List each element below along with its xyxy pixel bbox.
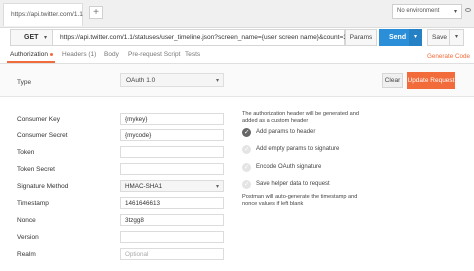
- save-button[interactable]: Save: [427, 29, 450, 46]
- auth-header-note: The authorization header will be generat…: [242, 111, 359, 124]
- eye-icon[interactable]: [465, 8, 471, 12]
- consumer-key-label: Consumer Key: [17, 116, 60, 123]
- method-select[interactable]: GET ▾: [10, 29, 53, 46]
- params-button[interactable]: Params: [345, 29, 377, 46]
- nonce-input[interactable]: 3tzgg8: [120, 214, 224, 226]
- consumer-key-value: {mykey}: [125, 116, 148, 123]
- token-label: Token: [17, 149, 35, 156]
- token-secret-input[interactable]: [120, 163, 224, 175]
- tab-prerequest-script[interactable]: Pre-request Script: [128, 51, 180, 58]
- signature-method-select[interactable]: HMAC-SHA1 ▾: [120, 180, 224, 192]
- version-input[interactable]: [120, 231, 224, 243]
- consumer-secret-value: {mycode}: [125, 132, 152, 139]
- request-tab-label: https://api.twitter.com/1.1: [11, 11, 83, 18]
- clear-button[interactable]: Clear: [382, 73, 403, 88]
- url-text: https://api.twitter.com/1.1/statuses/use…: [60, 34, 351, 41]
- url-input[interactable]: https://api.twitter.com/1.1/statuses/use…: [53, 29, 351, 46]
- update-request-button[interactable]: Update Request: [407, 72, 455, 89]
- request-tab-strip: https://api.twitter.com/1.1 + No environ…: [0, 0, 474, 28]
- option-label: Add empty params to signature: [256, 146, 340, 152]
- environment-select[interactable]: No environment ▾: [392, 4, 462, 19]
- add-tab-button[interactable]: +: [89, 6, 103, 19]
- send-options-button[interactable]: ▾: [409, 29, 422, 46]
- tab-authorization[interactable]: Authorization: [10, 51, 53, 58]
- signature-method-label: Signature Method: [17, 183, 69, 190]
- checkbox-unchecked-icon: ✓: [242, 180, 251, 189]
- checkbox-checked-icon: ✓: [242, 128, 251, 137]
- tab-headers[interactable]: Headers (1): [62, 51, 96, 58]
- timestamp-label: Timestamp: [17, 200, 49, 207]
- auth-type-value: OAuth 1.0: [126, 77, 156, 84]
- consumer-secret-input[interactable]: {mycode}: [120, 129, 224, 141]
- auto-generate-note: Postman will auto-generate the timestamp…: [242, 194, 358, 207]
- realm-input[interactable]: Optional: [120, 248, 224, 260]
- version-label: Version: [17, 234, 39, 241]
- auth-type-select[interactable]: OAuth 1.0 ▾: [120, 73, 224, 87]
- chevron-down-icon: ▾: [453, 9, 457, 15]
- option-label: Save helper data to request: [256, 181, 330, 187]
- consumer-secret-label: Consumer Secret: [17, 132, 68, 139]
- auth-type-label: Type: [17, 79, 32, 86]
- consumer-key-input[interactable]: {mykey}: [120, 113, 224, 125]
- token-input[interactable]: [120, 146, 224, 158]
- environment-label: No environment: [397, 8, 440, 14]
- checkbox-unchecked-icon: ✓: [242, 145, 251, 154]
- checkbox-unchecked-icon: ✓: [242, 163, 251, 172]
- tab-authorization-label: Authorization: [10, 51, 48, 58]
- token-secret-label: Token Secret: [17, 166, 55, 173]
- request-subtabs: Authorization Headers (1) Body Pre-reque…: [0, 48, 474, 64]
- realm-label: Realm: [17, 251, 36, 258]
- generate-code-link[interactable]: Generate Code: [427, 53, 470, 60]
- tab-body[interactable]: Body: [104, 51, 119, 58]
- realm-placeholder: Optional: [125, 251, 149, 258]
- chevron-down-icon: ▾: [215, 78, 219, 84]
- active-dot-icon: [49, 52, 53, 56]
- chevron-down-icon: ▾: [215, 184, 219, 190]
- option-label: Add params to header: [256, 129, 316, 135]
- nonce-label: Nonce: [17, 217, 36, 224]
- active-tab-indicator: [7, 61, 55, 63]
- chevron-down-icon: ▾: [43, 35, 47, 41]
- tab-tests[interactable]: Tests: [185, 51, 200, 58]
- option-label: Encode OAuth signature: [256, 164, 322, 170]
- method-label: GET: [24, 34, 39, 41]
- nonce-value: 3tzgg8: [125, 217, 144, 224]
- request-tab[interactable]: https://api.twitter.com/1.1: [3, 3, 83, 26]
- timestamp-value: 1461646613: [125, 200, 161, 207]
- send-button[interactable]: Send: [379, 29, 409, 46]
- timestamp-input[interactable]: 1461646613: [120, 197, 224, 209]
- save-options-button[interactable]: ▾: [450, 29, 464, 46]
- signature-method-value: HMAC-SHA1: [125, 183, 163, 190]
